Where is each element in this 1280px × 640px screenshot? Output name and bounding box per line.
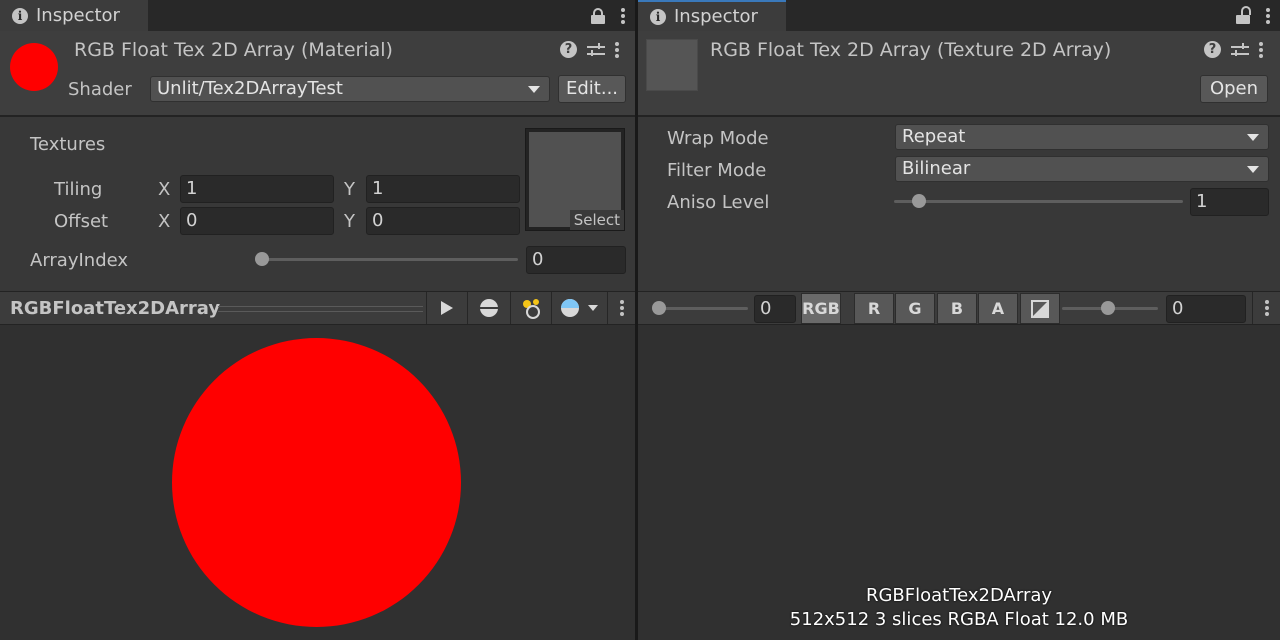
header-tools: ? xyxy=(560,41,619,58)
channel-r-button[interactable]: R xyxy=(854,293,894,324)
play-icon xyxy=(440,301,453,315)
preview-menu-button[interactable] xyxy=(1252,292,1280,324)
tab-inspector[interactable]: i Inspector xyxy=(638,0,786,31)
chevron-down-icon xyxy=(528,86,540,93)
edit-shader-button[interactable]: Edit... xyxy=(558,75,626,103)
kebab-menu-icon[interactable] xyxy=(615,41,619,58)
wrap-mode-label: Wrap Mode xyxy=(667,128,769,149)
tab-bar: i Inspector xyxy=(0,0,635,31)
skybox-sphere-icon xyxy=(561,299,598,317)
aniso-level-field[interactable]: 1 xyxy=(1190,188,1269,216)
info-icon: i xyxy=(12,7,28,24)
aniso-level-label: Aniso Level xyxy=(667,192,770,213)
help-icon[interactable]: ? xyxy=(560,41,577,58)
array-index-slider-thumb[interactable] xyxy=(255,252,269,266)
unlock-icon[interactable] xyxy=(1236,5,1251,24)
offset-y-label: Y xyxy=(344,211,355,232)
array-index-label: ArrayIndex xyxy=(30,250,129,271)
material-preview-area[interactable] xyxy=(0,325,635,640)
texture-info-label: 512x512 3 slices RGBA Float 12.0 MB xyxy=(789,609,1129,630)
material-inspector-panel: i Inspector RGB Float Tex 2D Array (Mate… xyxy=(0,0,635,640)
channel-a-button[interactable]: A xyxy=(978,293,1018,324)
texture-preview-area[interactable]: RGBFloatTex2DArray 512x512 3 slices RGBA… xyxy=(638,325,1280,640)
material-preview-icon xyxy=(10,43,58,91)
select-texture-button[interactable]: Select xyxy=(569,210,624,230)
offset-y-field[interactable]: 0 xyxy=(366,207,520,235)
aniso-slider-track[interactable] xyxy=(894,200,1183,203)
tab-tools xyxy=(1236,0,1270,31)
resize-grip[interactable] xyxy=(218,306,423,312)
material-header: RGB Float Tex 2D Array (Material) ? Shad… xyxy=(0,31,635,117)
preview-menu-button[interactable] xyxy=(607,292,635,324)
tab-label: Inspector xyxy=(674,6,758,27)
filter-mode-label: Filter Mode xyxy=(667,160,767,181)
lights-icon xyxy=(522,299,540,319)
exposure-icon xyxy=(1031,300,1049,318)
preview-mesh-button[interactable] xyxy=(467,292,509,324)
kebab-menu-icon[interactable] xyxy=(621,7,625,24)
tiling-x-field[interactable]: 1 xyxy=(180,175,334,203)
preview-title: RGBFloatTex2DArray xyxy=(10,298,221,319)
kebab-menu-icon[interactable] xyxy=(1259,41,1263,58)
header-tools: ? xyxy=(1204,41,1263,58)
preview-background-button[interactable] xyxy=(551,292,606,324)
filter-mode-value: Bilinear xyxy=(902,158,971,179)
presets-icon[interactable] xyxy=(587,42,605,58)
offset-x-label: X xyxy=(158,211,171,232)
tab-tools xyxy=(591,0,625,31)
offset-label: Offset xyxy=(54,211,109,232)
info-icon: i xyxy=(650,8,666,25)
kebab-menu-icon xyxy=(619,300,624,316)
channel-g-button[interactable]: G xyxy=(895,293,935,324)
textures-label: Textures xyxy=(30,134,106,155)
mip-slider-thumb[interactable] xyxy=(652,301,666,315)
tiling-x-label: X xyxy=(158,179,171,200)
shader-value: Unlit/Tex2DArrayTest xyxy=(157,78,343,99)
tab-bar: i Inspector xyxy=(638,0,1280,31)
texture-header: RGB Float Tex 2D Array (Texture 2D Array… xyxy=(638,31,1280,117)
shader-dropdown[interactable]: Unlit/Tex2DArrayTest xyxy=(150,76,550,102)
preview-toolbar: RGBFloatTex2DArray xyxy=(0,291,635,325)
material-preview-sphere xyxy=(172,338,461,627)
tiling-y-field[interactable]: 1 xyxy=(366,175,520,203)
presets-icon[interactable] xyxy=(1231,42,1249,58)
offset-x-field[interactable]: 0 xyxy=(180,207,334,235)
mip-level-field[interactable]: 0 xyxy=(754,295,796,323)
sphere-icon xyxy=(479,299,498,317)
open-button[interactable]: Open xyxy=(1200,75,1268,103)
channel-b-button[interactable]: B xyxy=(937,293,977,324)
chevron-down-icon xyxy=(1247,166,1259,173)
texture-name-label: RGBFloatTex2DArray xyxy=(865,585,1053,606)
texture-slot[interactable]: Select xyxy=(525,128,625,231)
tiling-label: Tiling xyxy=(54,179,103,200)
mip-slider-track[interactable] xyxy=(656,307,748,310)
kebab-menu-icon[interactable] xyxy=(1266,7,1270,24)
shader-label: Shader xyxy=(68,79,132,100)
help-icon[interactable]: ? xyxy=(1204,41,1221,58)
channel-rgb-button[interactable]: RGB xyxy=(801,293,841,324)
chevron-down-icon xyxy=(1247,134,1259,141)
wrap-mode-value: Repeat xyxy=(902,126,966,147)
texture-inspector-panel: i Inspector RGB Float Tex 2D Array (Text… xyxy=(638,0,1280,640)
array-index-slider-track[interactable] xyxy=(262,258,518,261)
lock-icon[interactable] xyxy=(591,7,605,24)
slice-field[interactable]: 0 xyxy=(1166,295,1246,323)
asset-title: RGB Float Tex 2D Array (Texture 2D Array… xyxy=(710,39,1112,61)
tiling-y-label: Y xyxy=(344,179,355,200)
asset-title: RGB Float Tex 2D Array (Material) xyxy=(74,39,393,61)
aniso-slider-thumb[interactable] xyxy=(912,194,926,208)
texture-asset-icon xyxy=(646,39,698,91)
filter-mode-dropdown[interactable]: Bilinear xyxy=(895,156,1269,182)
texture-preview-toolbar: 0 RGB R G B A 0 xyxy=(638,291,1280,325)
play-button[interactable] xyxy=(426,292,466,324)
tab-inspector[interactable]: i Inspector xyxy=(0,0,148,31)
array-index-field[interactable]: 0 xyxy=(526,246,626,274)
kebab-menu-icon xyxy=(1264,300,1269,316)
tab-label: Inspector xyxy=(36,5,120,26)
exposure-toggle-button[interactable] xyxy=(1020,293,1060,324)
exposure-slider-thumb[interactable] xyxy=(1101,301,1115,315)
wrap-mode-dropdown[interactable]: Repeat xyxy=(895,124,1269,150)
lighting-button[interactable] xyxy=(510,292,550,324)
